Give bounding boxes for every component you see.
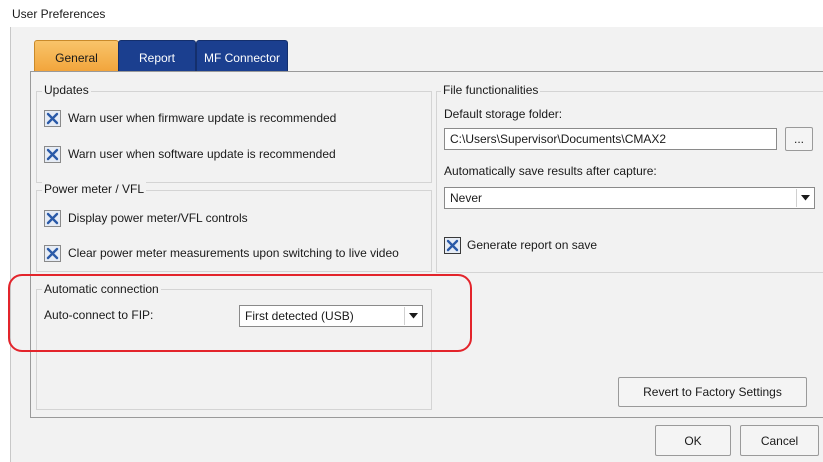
firmware-update-checkbox[interactable] [44,110,61,127]
updates-group [36,91,432,183]
tab-mf-connector-label: MF Connector [203,51,281,65]
display-power-meter-label: Display power meter/VFL controls [68,211,248,225]
chevron-down-icon [404,307,421,325]
user-preferences-window: User Preferences General Report MF Conne… [0,0,823,462]
browse-button[interactable]: ... [785,127,813,151]
tab-general-label: General [55,51,98,65]
auto-connection-group-title: Automatic connection [42,282,161,296]
ok-button[interactable]: OK [655,425,731,456]
window-title: User Preferences [12,7,106,21]
cancel-button-label: Cancel [760,433,799,448]
revert-factory-settings-button[interactable]: Revert to Factory Settings [618,377,807,407]
software-update-label: Warn user when software update is recomm… [68,147,336,161]
tab-report-label: Report [138,51,176,65]
generate-report-checkbox[interactable] [444,237,461,254]
auto-connect-label: Auto-connect to FIP: [44,308,154,322]
clear-power-meter-checkbox[interactable] [44,245,61,262]
browse-button-label: ... [793,132,804,146]
clear-power-meter-label: Clear power meter measurements upon swit… [68,246,399,260]
tab-general[interactable]: General [34,40,119,71]
cancel-button[interactable]: Cancel [740,425,819,456]
checkbox-x-icon [46,112,59,125]
display-power-meter-checkbox[interactable] [44,210,61,227]
power-meter-group-title: Power meter / VFL [42,182,147,196]
updates-group-title: Updates [42,83,91,97]
tab-mf-connector[interactable]: MF Connector [196,40,288,71]
autosave-value: Never [450,191,483,205]
checkbox-x-icon [46,148,59,161]
storage-folder-label: Default storage folder: [444,107,563,121]
checkbox-x-icon [46,247,59,260]
chevron-down-icon [796,189,813,207]
checkbox-x-icon [446,239,459,252]
file-functionalities-title: File functionalities [441,83,541,97]
storage-folder-input[interactable]: C:\Users\Supervisor\Documents\CMAX2 [444,128,777,150]
title-bar: User Preferences [0,0,823,28]
autosave-label: Automatically save results after capture… [444,164,657,178]
revert-button-label: Revert to Factory Settings [643,385,782,399]
checkbox-x-icon [46,212,59,225]
ok-button-label: OK [684,433,702,448]
firmware-update-label: Warn user when firmware update is recomm… [68,111,337,125]
auto-connect-value: First detected (USB) [245,309,354,323]
generate-report-label: Generate report on save [467,238,598,252]
tab-report[interactable]: Report [118,40,196,71]
software-update-checkbox[interactable] [44,146,61,163]
auto-connect-select[interactable]: First detected (USB) [239,305,423,327]
storage-folder-value: C:\Users\Supervisor\Documents\CMAX2 [450,132,667,146]
autosave-select[interactable]: Never [444,187,815,209]
